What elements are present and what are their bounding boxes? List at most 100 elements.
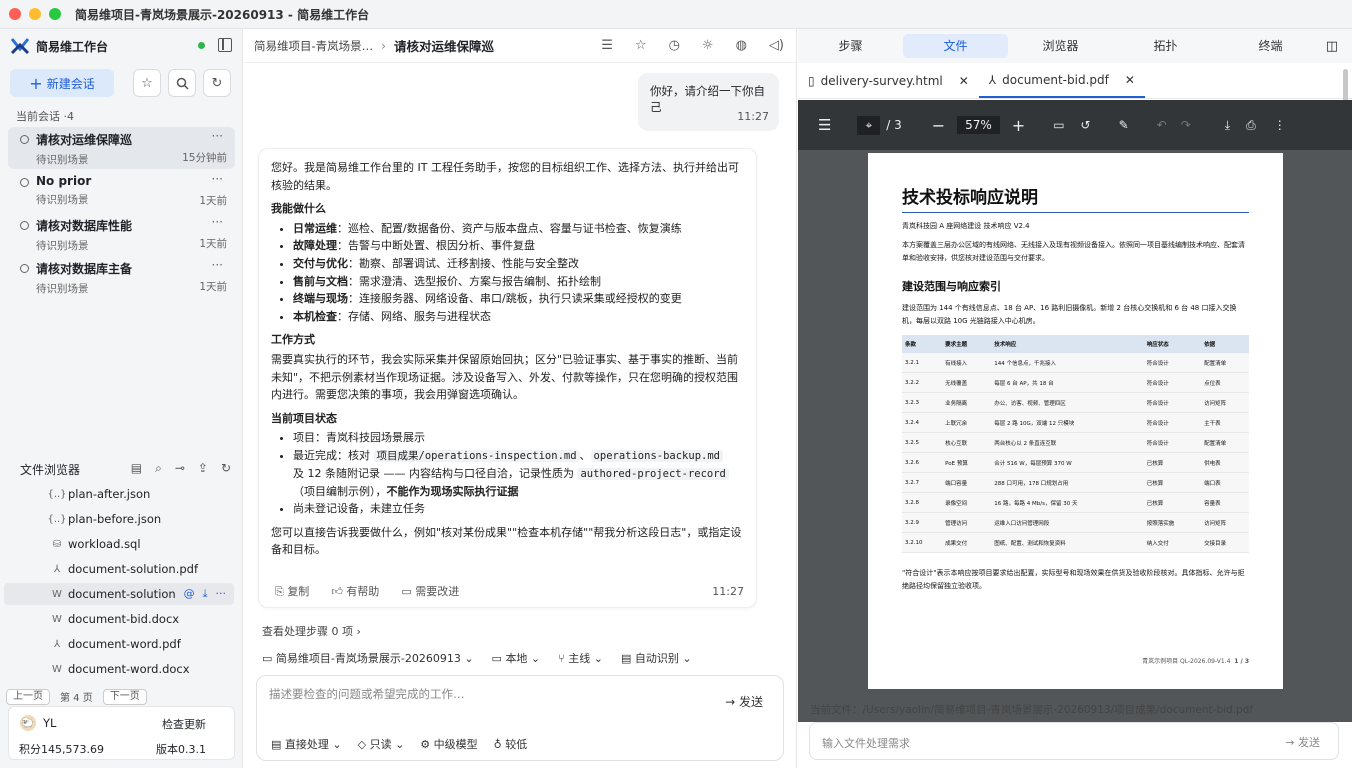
favorites-button[interactable]: ☆ xyxy=(133,69,161,97)
history-icon[interactable]: ◷ xyxy=(669,38,680,53)
more-icon[interactable]: ··· xyxy=(212,129,223,143)
zoom-level[interactable]: 57% xyxy=(957,116,1000,134)
star-icon[interactable]: ☆ xyxy=(635,38,647,53)
more-vert-icon[interactable]: ⋮ xyxy=(1274,118,1286,132)
effort-selector[interactable]: ♁ 较低 xyxy=(494,736,528,752)
session-item[interactable]: 请核对运维保障巡 待识别场景 15分钟前 ··· xyxy=(8,127,235,169)
file-tab[interactable]: ▯ delivery-survey.html ✕ xyxy=(798,64,979,98)
project-selector[interactable]: ▭ 简易维项目-青岚场景展示-20260913 ⌄ xyxy=(262,650,474,666)
more-icon[interactable]: ··· xyxy=(212,172,223,186)
menu-icon[interactable]: ☰ xyxy=(818,116,831,134)
avatar[interactable]: 🐑 xyxy=(20,715,36,731)
session-item[interactable]: No prior 待识别场景 1天前 ··· xyxy=(8,170,235,212)
annotate-icon[interactable]: ✎ xyxy=(1119,118,1129,132)
tab-topology[interactable]: 拓扑 xyxy=(1113,34,1218,58)
close-tab-icon[interactable]: ✕ xyxy=(959,74,969,88)
doc-heading: 建设范围与响应索引 xyxy=(902,280,1001,294)
undo-icon[interactable]: ↶ xyxy=(1157,118,1167,132)
page-input[interactable]: ⌖ xyxy=(857,115,881,135)
redo-icon[interactable]: ↷ xyxy=(1181,118,1191,132)
file-item[interactable]: Wdocument-word.docx xyxy=(4,658,234,680)
env-selector[interactable]: ▭ 本地 ⌄ xyxy=(492,650,541,666)
sidebar-toggle-icon[interactable] xyxy=(218,38,232,52)
table-cell: 3.2.10 xyxy=(902,532,943,554)
tab-steps[interactable]: 步骤 xyxy=(798,34,903,58)
table-row: 3.2.10 成果交付 图纸、配置、测试和恢复资料 纳入交付 交接目录 xyxy=(902,532,1249,554)
speaker-icon[interactable]: ◁) xyxy=(769,38,784,53)
file-item[interactable]: ⅄ document-solution.pdf xyxy=(4,558,234,580)
close-window-button[interactable] xyxy=(9,8,21,20)
file-item[interactable]: ⅄ document-word.pdf xyxy=(4,633,234,655)
current-file-path: 当前文件：/Users/yaolin/简易维项目-青岚场景展示-20260913… xyxy=(810,704,1254,716)
theme-sun-icon[interactable]: ☼ xyxy=(702,38,714,53)
close-tab-icon[interactable]: ✕ xyxy=(1125,73,1135,87)
rotate-icon[interactable]: ↺ xyxy=(1081,118,1091,132)
mode-selector[interactable]: ▤ 直接处理 ⌄ xyxy=(271,736,342,752)
prev-page-button[interactable]: 上一页 xyxy=(6,689,50,705)
pdf-file-icon: ⅄ xyxy=(53,638,61,650)
tab-files[interactable]: 文件 xyxy=(903,34,1008,58)
search-button[interactable] xyxy=(168,69,196,97)
new-chat-button[interactable]: + 新建会话 xyxy=(10,69,114,97)
more-icon[interactable]: ··· xyxy=(212,258,223,272)
json-file-icon: {..} xyxy=(47,488,67,500)
next-page-button[interactable]: 下一页 xyxy=(102,689,147,705)
view-steps-link[interactable]: 查看处理步骤 0 项 › xyxy=(262,623,361,639)
breadcrumb-project[interactable]: 简易维项目-青岚场景… xyxy=(254,38,373,54)
pdf-viewer[interactable]: 技术投标响应说明 青岚科技园 A 座网络建设 技术响应 V2.4 本方案覆盖三层… xyxy=(798,150,1352,722)
table-cell: 符合设计 xyxy=(1143,392,1202,414)
file-item[interactable]: Wdocument-solution @ ⤓ ··· xyxy=(4,583,234,605)
send-button[interactable]: → 发送 xyxy=(725,693,763,710)
zoom-out-button[interactable]: − xyxy=(932,116,945,135)
fit-page-icon[interactable]: ▭ xyxy=(1053,118,1064,132)
table-cell: 运维入口访问管理网段 xyxy=(991,512,1144,534)
file-item[interactable]: Wdocument-bid.docx xyxy=(4,608,234,630)
download-icon[interactable]: ⤓ xyxy=(1225,118,1230,133)
copy-button[interactable]: ⎘ 复制 xyxy=(275,583,309,601)
html-file-icon: ▯ xyxy=(808,74,815,88)
improve-button[interactable]: ▭ 需要改进 xyxy=(401,583,459,601)
list-icon[interactable]: ☰ xyxy=(601,38,613,53)
zoom-in-button[interactable]: + xyxy=(1012,116,1025,135)
file-request-input[interactable]: 输入文件处理需求 xyxy=(822,735,910,751)
file-item[interactable]: ⛁ workload.sql xyxy=(4,533,234,555)
table-cell: 业务隔离 xyxy=(942,392,992,414)
table-cell: 核心互联 xyxy=(942,432,992,454)
table-row: 3.2.4 上联冗余 每层 2 路 10G，双端 12 只模块 符合设计 主干表 xyxy=(902,412,1249,434)
download-icon[interactable]: ⤓ xyxy=(203,587,208,601)
mention-icon[interactable]: @ xyxy=(184,587,195,601)
refresh-button[interactable]: ↻ xyxy=(203,69,231,97)
more-icon[interactable]: ··· xyxy=(216,587,227,601)
table-row: 3.2.7 端口容量 288 口可用，178 口规划占用 已核算 端口表 xyxy=(902,472,1249,494)
check-update-button[interactable]: 检查更新 xyxy=(162,716,206,732)
helpful-button[interactable]: 👍︎ 有帮助 xyxy=(331,583,379,601)
more-icon[interactable]: ··· xyxy=(212,215,223,229)
chat-input[interactable]: 描述要检查的问题或希望完成的工作… xyxy=(269,686,465,702)
panel-toggle-icon[interactable]: ◫ xyxy=(1326,39,1338,54)
globe-icon[interactable]: ◍ xyxy=(736,38,747,53)
session-item[interactable]: 请核对数据库主备 待识别场景 1天前 ··· xyxy=(8,256,235,298)
panel-tabs: 步骤 文件 浏览器 拓扑 终端 ◫ xyxy=(798,29,1352,63)
branch-selector[interactable]: ⑂ 主线 ⌄ xyxy=(558,650,603,666)
assistant-message: 您好。我是简易维工作台里的 IT 工程任务助手，按您的目标组织工作、选择方法、执… xyxy=(258,148,757,608)
minimize-window-button[interactable] xyxy=(29,8,41,20)
file-item[interactable]: {..} plan-after.json xyxy=(4,483,234,505)
folder-icon[interactable]: ▤ xyxy=(131,461,142,476)
model-selector[interactable]: ⚙ 中级模型 xyxy=(420,736,477,752)
collapse-icon[interactable]: ⊸ xyxy=(175,461,185,476)
search-icon[interactable]: ⌕ xyxy=(155,461,162,476)
scene-selector[interactable]: ▤ 自动识别 ⌄ xyxy=(621,650,692,666)
permission-selector[interactable]: ◇ 只读 ⌄ xyxy=(358,736,405,752)
file-request-input-box[interactable]: 输入文件处理需求 → 发送 xyxy=(809,722,1339,760)
file-tab[interactable]: ⅄ document-bid.pdf ✕ xyxy=(978,64,1145,98)
upload-icon[interactable]: ⇪ xyxy=(198,461,208,476)
chat-input-box[interactable]: 描述要检查的问题或希望完成的工作… → 发送 ▤ 直接处理 ⌄ ◇ 只读 ⌄ ⚙… xyxy=(256,675,784,761)
tab-browser[interactable]: 浏览器 xyxy=(1008,34,1113,58)
tab-terminal[interactable]: 终端 xyxy=(1218,34,1323,58)
session-item[interactable]: 请核对数据库性能 待识别场景 1天前 ··· xyxy=(8,213,235,255)
send-button[interactable]: → 发送 xyxy=(1285,734,1320,750)
refresh-icon[interactable]: ↻ xyxy=(221,461,231,476)
file-item[interactable]: {..} plan-before.json xyxy=(4,508,234,530)
zoom-window-button[interactable] xyxy=(49,8,61,20)
print-icon[interactable]: ⎙ xyxy=(1246,118,1256,133)
